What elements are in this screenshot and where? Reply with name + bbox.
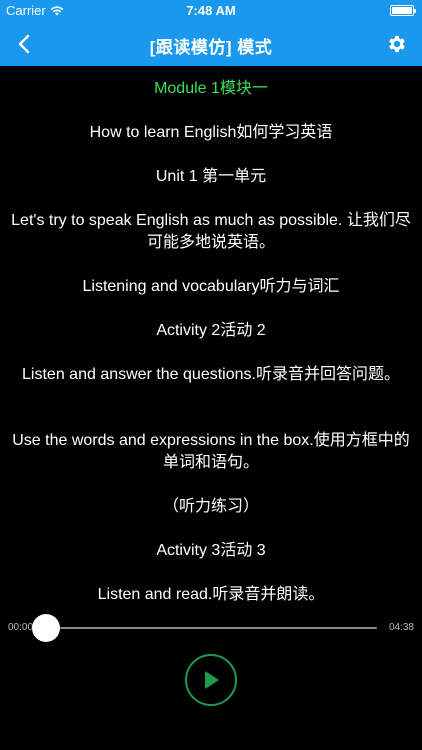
status-bar: Carrier 7:48 AM: [0, 0, 422, 22]
page-title: [跟读模仿] 模式: [149, 38, 273, 57]
lyric-line[interactable]: Activity 3活动 3: [6, 540, 416, 562]
audio-player: 00:00 04:38: [0, 606, 422, 750]
lyric-line[interactable]: Activity 2活动 2: [6, 320, 416, 342]
back-button[interactable]: [10, 30, 38, 58]
lyric-line[interactable]: Module 1模块一: [6, 78, 416, 100]
lyric-line[interactable]: （听力练习）: [6, 496, 416, 518]
lyric-line[interactable]: Listen and read.听录音并朗读。: [6, 584, 416, 606]
lyric-line[interactable]: Use the words and expressions in the box…: [6, 430, 416, 474]
lyric-line[interactable]: Listening and vocabulary听力与词汇: [6, 276, 416, 298]
progress-thumb[interactable]: [32, 614, 60, 642]
gear-icon: [389, 35, 405, 53]
navigation-bar: [跟读模仿] 模式: [0, 22, 422, 66]
current-time: 00:00: [8, 622, 34, 633]
progress-track[interactable]: [46, 627, 377, 629]
lyric-line[interactable]: Listen and answer the questions.听录音并回答问题…: [6, 364, 416, 386]
lyrics-list[interactable]: Module 1模块一 How to learn English如何学习英语 Uni…: [0, 66, 422, 606]
play-icon: [205, 671, 219, 689]
lyric-line[interactable]: Unit 1 第一单元: [6, 166, 416, 188]
chevron-left-icon: [18, 34, 30, 54]
status-time: 7:48 AM: [186, 3, 236, 18]
total-time: 04:38: [388, 622, 414, 633]
lyric-line[interactable]: How to learn English如何学习英语: [6, 122, 416, 144]
lyric-line[interactable]: Let's try to speak English as much as po…: [6, 210, 416, 254]
battery-icon: [390, 5, 416, 16]
settings-button[interactable]: [384, 31, 410, 57]
play-button[interactable]: [185, 654, 237, 706]
